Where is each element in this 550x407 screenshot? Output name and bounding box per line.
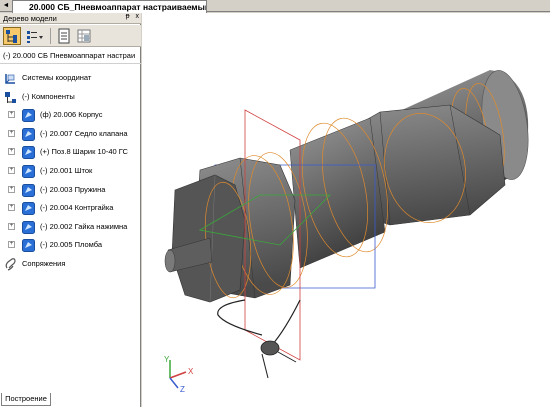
panel-toolbar [0, 25, 141, 47]
part-icon [22, 146, 35, 160]
coordinate-system-icon [5, 74, 15, 84]
tree-item-label: Системы координат [22, 73, 92, 82]
expand-icon[interactable]: + [8, 204, 15, 212]
expand-icon[interactable]: + [8, 241, 15, 249]
toolbar-separator [50, 28, 51, 44]
part-icon [22, 109, 35, 123]
tree-item-components[interactable]: (-) Компоненты [0, 88, 141, 107]
3d-viewport[interactable]: Y X Z [142, 13, 550, 407]
tab-scroll-left-icon[interactable]: ◄ [1, 1, 11, 11]
part-icon [22, 239, 35, 253]
axis-triad: Y X Z [164, 355, 194, 394]
tree-item-component[interactable]: + (ф) 20.006 Корпус [0, 106, 141, 125]
y-axis-label: Y [164, 355, 170, 364]
tree-item-label: (-) 20.007 Седло клапана [40, 128, 128, 138]
tree-item-label: (-) 20.004 Контргайка [40, 203, 114, 213]
tree-structure-button[interactable] [3, 27, 21, 45]
pin-icon[interactable]: ᵽ [126, 13, 130, 20]
tree-item-component[interactable]: + (-) 20.007 Седло клапана [0, 125, 141, 144]
tree-item-coordinate-systems[interactable]: Системы координат [0, 69, 141, 88]
tree-item-component[interactable]: + (-) 20.002 Гайка нажимна [0, 218, 141, 237]
tree-item-component[interactable]: + (-) 20.003 Пружина [0, 181, 141, 200]
grid-view-button[interactable] [75, 27, 93, 45]
document-tab[interactable]: 20.000 СБ_Пневмоаппарат настраиваемый [12, 0, 207, 13]
tree-item-mates[interactable]: Сопряжения [0, 255, 141, 274]
tree-item-label: (-) 20.002 Гайка нажимна [40, 221, 128, 231]
close-icon[interactable]: x [136, 13, 140, 20]
tree-item-label: (-) 20.001 Шток [40, 165, 93, 175]
z-axis-label: Z [180, 385, 185, 394]
expand-icon[interactable]: + [8, 148, 15, 156]
part-icon [22, 202, 35, 216]
part-icon [22, 127, 35, 141]
expand-icon[interactable]: + [8, 129, 15, 137]
part-icon [22, 164, 35, 178]
tree-item-label: (-) 20.005 Пломба [40, 240, 102, 250]
tree-item-label: Сопряжения [22, 258, 66, 268]
model-tree-panel: Дерево модели ᵽ x (-) 20.000 СБ Пневмоап… [0, 13, 141, 407]
grid-view-icon [77, 29, 91, 43]
tree-item-component[interactable]: + (-) 20.001 Шток [0, 162, 141, 181]
expand-icon[interactable]: + [8, 111, 15, 119]
tree-item-component[interactable]: + (-) 20.004 Контргайка [0, 199, 141, 218]
mates-icon [5, 258, 16, 271]
expand-icon[interactable]: + [8, 222, 15, 230]
assembly-model: Y X Z [164, 70, 529, 394]
tree-structure-icon [6, 30, 17, 43]
tree-item-label: (-) 20.003 Пружина [40, 184, 106, 194]
x-axis-line [169, 371, 187, 379]
tree-item-component[interactable]: + (-) 20.005 Пломба [0, 236, 141, 255]
document-tab-strip: ◄ 20.000 СБ_Пневмоаппарат настраиваемый [0, 0, 550, 13]
x-axis-label: X [188, 367, 194, 376]
z-axis-line [169, 377, 179, 389]
tree-item-label: (+) Поз.8 Шарик 10-40 ГС [40, 147, 128, 157]
tree-item-component[interactable]: + (+) Поз.8 Шарик 10-40 ГС [0, 143, 141, 162]
expand-icon[interactable]: + [8, 166, 15, 174]
components-icon [5, 91, 16, 103]
tree-item-label: (ф) 20.006 Корпус [40, 110, 103, 120]
part-icon [22, 220, 35, 234]
tree-item-label: (-) Компоненты [22, 91, 75, 101]
list-view-button[interactable] [24, 27, 43, 45]
component-list: + (ф) 20.006 Корпус + (-) 20.007 Седло клап… [0, 106, 141, 255]
tab-build[interactable]: Построение [1, 393, 51, 406]
tree-root-item[interactable]: (-) 20.000 СБ Пневмоаппарат настраи [0, 48, 141, 64]
properties-button[interactable] [55, 27, 73, 45]
panel-title-bar: Дерево модели ᵽ x [0, 13, 141, 24]
model-tree: Системы координат (-) Компоненты + (ф) 20… [0, 69, 141, 274]
part-icon [22, 183, 35, 197]
document-properties-icon [58, 28, 70, 44]
part-seal[interactable] [217, 299, 301, 379]
list-view-icon [27, 31, 43, 43]
app-window: ◄ 20.000 СБ_Пневмоаппарат настраиваемый … [0, 0, 550, 407]
expand-icon[interactable]: + [8, 185, 15, 193]
panel-title: Дерево модели [3, 14, 57, 23]
